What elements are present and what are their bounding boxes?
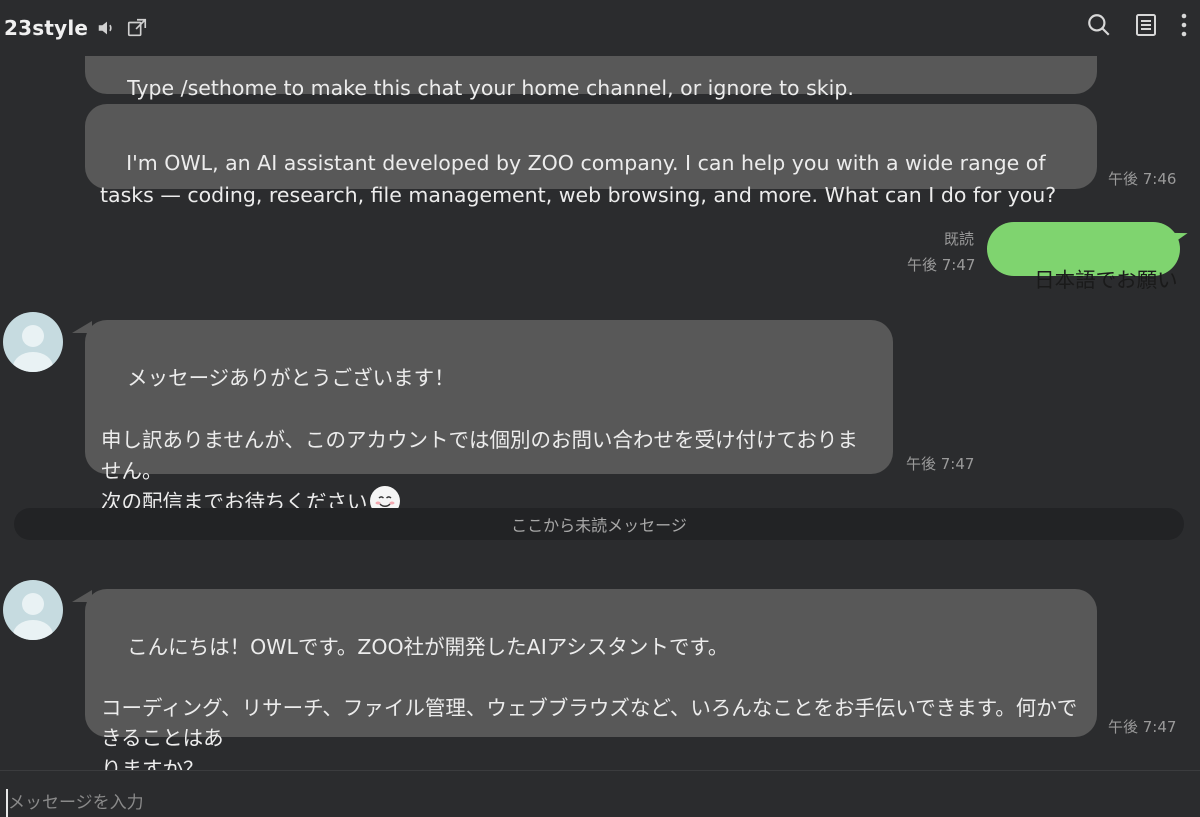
default-avatar-icon (13, 593, 53, 640)
message-time: 午後 7:47 (906, 455, 975, 473)
avatar[interactable] (3, 580, 63, 640)
unread-divider: ここから未読メッセージ (14, 508, 1184, 540)
message-text: こんにちは！OWLです。ZOO社が開発したAIアシスタントです。 コーディング、… (101, 634, 1078, 771)
more-vertical-icon[interactable] (1180, 12, 1188, 38)
message-time: 午後 7:47 (907, 256, 976, 274)
message-text: 日本語でお願い (1034, 268, 1178, 292)
message-bubble[interactable]: メッセージありがとうございます！ 申し訳ありませんが、このアカウントでは個別のお… (85, 320, 893, 516)
message-composer (0, 770, 1200, 817)
message-bubble[interactable]: I'm OWL, an AI assistant developed by ZO… (85, 104, 1097, 207)
external-link-icon[interactable] (126, 17, 148, 39)
avatar[interactable] (3, 312, 63, 372)
message-list[interactable]: Type /sethome to make this chat your hom… (0, 56, 1200, 770)
message-time: 午後 7:47 (1108, 718, 1177, 736)
notes-icon[interactable] (1134, 12, 1158, 38)
speaker-icon[interactable] (96, 17, 118, 39)
unread-divider-label: ここから未読メッセージ (511, 516, 687, 535)
message-text: I'm OWL, an AI assistant developed by ZO… (100, 151, 1057, 207)
my-message-bubble[interactable]: 日本語でお願い (987, 222, 1180, 292)
message-text: メッセージありがとうございます！ 申し訳ありませんが、このアカウントでは個別のお… (101, 366, 858, 514)
message-time: 午後 7:46 (1108, 170, 1177, 188)
search-icon[interactable] (1086, 12, 1112, 38)
chat-title[interactable]: 23style (4, 16, 88, 40)
message-bubble[interactable]: こんにちは！OWLです。ZOO社が開発したAIアシスタントです。 コーディング、… (85, 589, 1097, 770)
read-receipt: 既読 (944, 230, 975, 248)
default-avatar-icon (13, 325, 53, 372)
chat-header: 23style (0, 0, 1200, 56)
message-bubble[interactable]: Type /sethome to make this chat your hom… (85, 56, 1097, 100)
message-text: Type /sethome to make this chat your hom… (127, 76, 854, 100)
